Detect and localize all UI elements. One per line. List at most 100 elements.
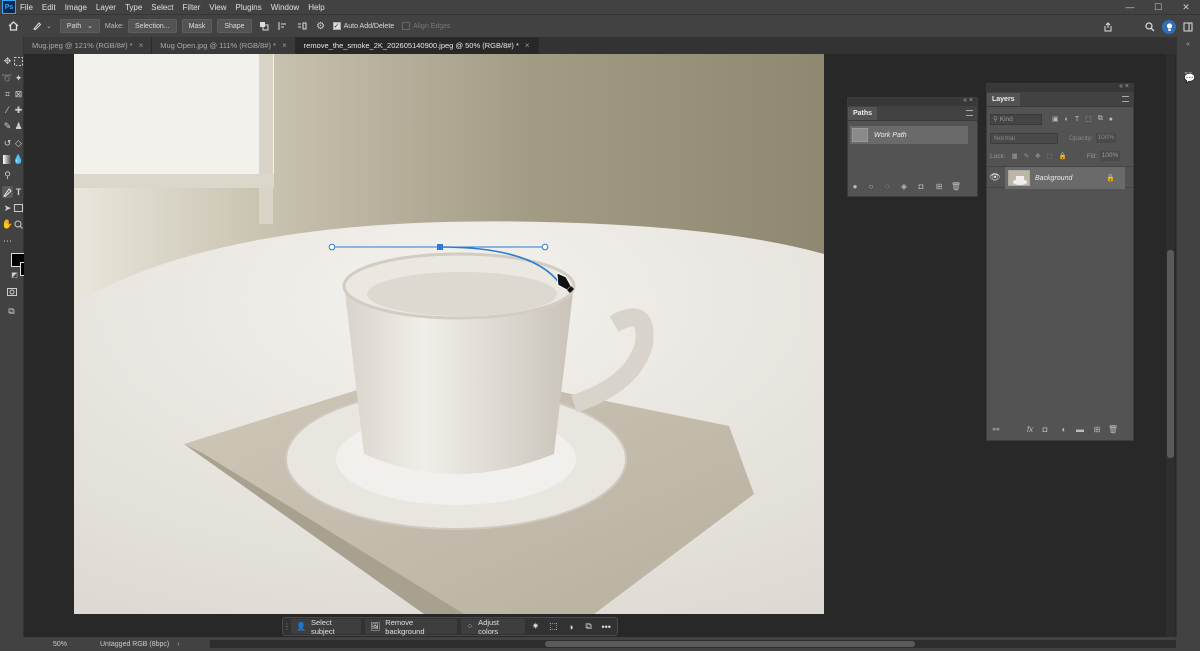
comments-panel-icon[interactable]: 💬	[1184, 73, 1195, 84]
layer-style-icon[interactable]: fx	[1025, 424, 1035, 434]
eye-icon[interactable]: 👁	[987, 172, 1003, 183]
menu-window[interactable]: Window	[270, 3, 300, 12]
hand-tool-icon[interactable]: ✋	[2, 218, 13, 230]
path-arrangement-icon[interactable]	[295, 19, 309, 33]
menu-type[interactable]: Type	[124, 3, 143, 12]
path-operations-icon[interactable]	[257, 19, 271, 33]
doc-tab-remove-the-smoke[interactable]: remove_the_smoke_2K_202605140900.jpeg @ …	[295, 37, 539, 54]
chevron-down-icon[interactable]: ⌄	[46, 22, 52, 30]
filter-smart-icon[interactable]: ⧉	[1098, 115, 1103, 123]
lock-artboard-icon[interactable]: ⬚	[1047, 152, 1053, 160]
work-path-curve[interactable]	[324, 240, 584, 300]
eyedropper-tool-icon[interactable]: ⁄	[2, 104, 13, 116]
horizontal-scrollbar[interactable]	[210, 640, 1176, 648]
clone-stamp-tool-icon[interactable]: ♟	[13, 120, 24, 132]
invert-icon[interactable]: ◑	[564, 620, 578, 634]
dodge-tool-icon[interactable]: ⚲	[2, 169, 13, 181]
close-window-button[interactable]: ✕	[1172, 0, 1200, 14]
select-subject-button[interactable]: 👤 Select subject	[291, 618, 362, 636]
frame-tool-icon[interactable]: ⊠	[13, 88, 24, 100]
lock-position-icon[interactable]: ✥	[1035, 152, 1040, 160]
fill-input[interactable]: 100%	[1099, 151, 1120, 161]
filter-toggle-icon[interactable]: ●	[1109, 116, 1113, 123]
horizontal-scrollbar-thumb[interactable]	[545, 641, 915, 647]
new-path-icon[interactable]: ⊞	[934, 181, 944, 191]
collapse-icon[interactable]: « ×	[963, 97, 973, 104]
auto-tone-icon[interactable]: ✷	[529, 620, 543, 634]
menu-edit[interactable]: Edit	[41, 3, 57, 12]
tab-layers[interactable]: Layers	[987, 93, 1020, 106]
document-image[interactable]	[74, 54, 824, 614]
align-edges-checkbox[interactable]: Align Edges	[402, 22, 451, 30]
auto-add-delete-checkbox[interactable]: ✓ Auto Add/Delete	[332, 22, 394, 30]
layer-row-selected[interactable]: Background 🔒	[1005, 167, 1125, 189]
path-row[interactable]: Work Path	[850, 126, 968, 144]
default-colors-icon[interactable]: ◩	[9, 269, 20, 281]
lasso-tool-icon[interactable]: ➰	[2, 72, 13, 84]
magic-wand-tool-icon[interactable]: ✦	[13, 72, 24, 84]
share-icon[interactable]	[1101, 20, 1115, 34]
discover-lightbulb-icon[interactable]	[1162, 19, 1176, 34]
delete-layer-icon[interactable]: 🗑	[1108, 424, 1118, 434]
load-selection-icon[interactable]: ◌	[882, 181, 892, 191]
add-mask-icon[interactable]: ◘	[916, 181, 926, 191]
marquee-tool-icon[interactable]	[13, 55, 24, 67]
fill-path-icon[interactable]: ●	[850, 181, 860, 191]
maximize-button[interactable]: ☐	[1144, 0, 1172, 14]
path-selection-tool-icon[interactable]: ➤	[2, 202, 13, 214]
delete-path-icon[interactable]: 🗑	[951, 181, 961, 191]
add-layer-mask-icon[interactable]: ◘	[1040, 424, 1050, 434]
menu-file[interactable]: File	[19, 3, 34, 12]
opacity-input[interactable]: 100%	[1095, 133, 1116, 143]
menu-image[interactable]: Image	[64, 3, 88, 12]
vertical-scrollbar-thumb[interactable]	[1167, 250, 1174, 458]
new-layer-icon[interactable]: ⊞	[1092, 424, 1102, 434]
blur-tool-icon[interactable]: 💧	[13, 153, 24, 165]
mask-button[interactable]: Mask	[181, 19, 213, 33]
zoom-tool-icon[interactable]	[13, 218, 24, 230]
adjust-colors-button[interactable]: ⁘ Adjust colors	[461, 618, 525, 636]
make-work-path-icon[interactable]: ◈	[899, 181, 909, 191]
gradient-tool-icon[interactable]	[2, 153, 13, 165]
crop-tool-icon[interactable]: ⌗	[2, 88, 13, 100]
doc-tab-mug[interactable]: Mug.jpeg @ 121% (RGB/8#) * ×	[24, 37, 153, 54]
lock-all-icon[interactable]: 🔒	[1059, 152, 1067, 160]
workspace-icon[interactable]	[1181, 20, 1195, 34]
path-alignment-icon[interactable]	[276, 19, 290, 33]
drag-handle-icon[interactable]: ⋮	[283, 622, 291, 631]
generative-fill-icon[interactable]: ⧉	[6, 305, 17, 317]
menu-view[interactable]: View	[208, 3, 227, 12]
layer-filter-select[interactable]: ⚲ Kind	[990, 113, 1042, 125]
search-icon[interactable]	[1143, 20, 1157, 34]
panel-menu-icon[interactable]	[1122, 96, 1129, 102]
canvas-area[interactable]: « × Paths Work Path ● ○ ◌ ◈ ◘ ⊞ 🗑 « × La…	[24, 54, 1176, 637]
filter-adjustment-icon[interactable]: ◐	[1065, 116, 1069, 123]
history-brush-tool-icon[interactable]: ↺	[2, 137, 13, 149]
group-folder-icon[interactable]: ▬	[1075, 424, 1085, 434]
close-icon[interactable]: ×	[525, 41, 530, 50]
filter-shape-icon[interactable]: ⬚	[1085, 115, 1092, 123]
more-tools-icon[interactable]: ⋯	[2, 235, 13, 247]
zoom-level[interactable]: 50%	[53, 641, 98, 648]
lock-pixels-icon[interactable]: ✎	[1024, 152, 1029, 160]
pen-tool-icon[interactable]	[2, 186, 13, 198]
panel-dock-collapse-icon[interactable]: «	[1186, 41, 1190, 48]
vertical-scrollbar[interactable]	[1166, 54, 1175, 637]
link-layers-icon[interactable]: ⚯	[991, 424, 1001, 434]
menu-select[interactable]: Select	[150, 3, 174, 12]
transform-icon[interactable]: ⬚	[546, 620, 560, 634]
menu-layer[interactable]: Layer	[95, 3, 117, 12]
rectangle-tool-icon[interactable]	[13, 202, 24, 214]
move-tool-icon[interactable]: ✥	[2, 55, 13, 67]
panel-menu-icon[interactable]	[966, 110, 973, 116]
close-icon[interactable]: ×	[139, 41, 144, 50]
shape-button[interactable]: Shape	[217, 19, 252, 33]
more-options-icon[interactable]: •••	[599, 620, 613, 634]
gear-icon[interactable]: ⚙	[314, 19, 328, 33]
filter-type-icon[interactable]: T	[1075, 116, 1079, 123]
close-icon[interactable]: ×	[282, 41, 287, 50]
menu-help[interactable]: Help	[307, 3, 325, 12]
menu-plugins[interactable]: Plugins	[235, 3, 263, 12]
adjustments-icon[interactable]: ⧉	[582, 620, 596, 634]
remove-background-button[interactable]: 🖼 Remove background	[365, 618, 458, 636]
